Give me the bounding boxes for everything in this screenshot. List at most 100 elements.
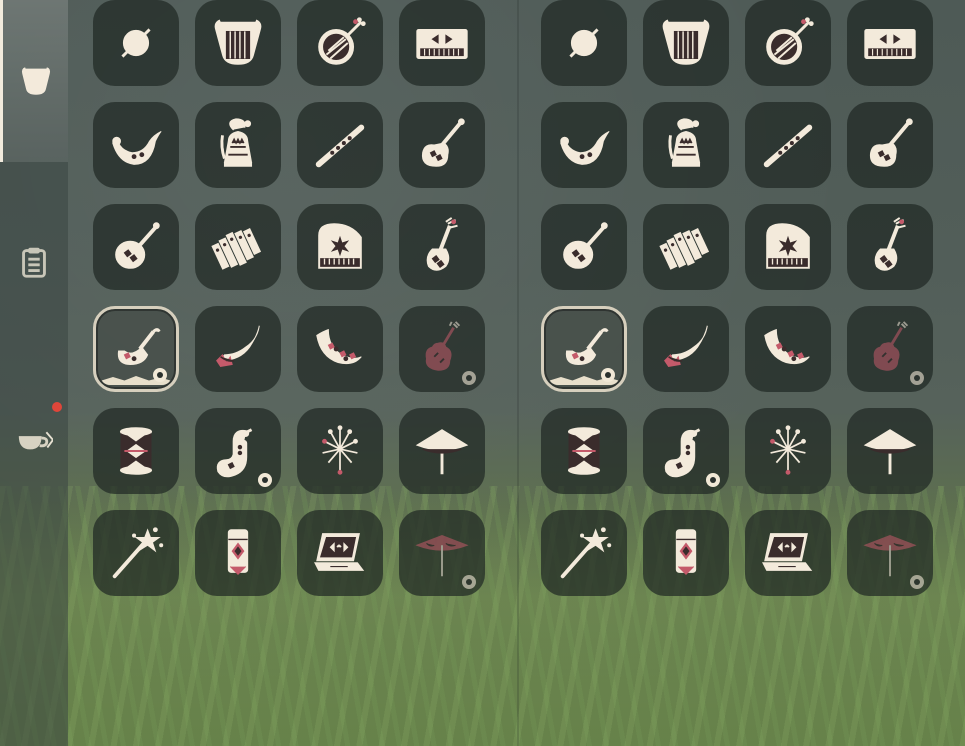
bell-icon (220, 118, 253, 167)
instrument-slot-flute[interactable] (297, 102, 383, 188)
record-marker-icon (462, 575, 476, 589)
horn-icon (560, 131, 610, 165)
instrument-slot-pan-horn[interactable] (195, 306, 281, 392)
instrument-slot-saxophone[interactable] (643, 408, 729, 494)
bell-icon (668, 118, 701, 167)
panel-divider (517, 0, 519, 746)
pan-horn-icon (216, 325, 260, 367)
instrument-slot-pipa[interactable] (847, 204, 933, 290)
instrument-slot-banjo[interactable] (745, 0, 831, 86)
none-icon (121, 28, 151, 58)
instrument-slot-laptop[interactable] (297, 510, 383, 596)
magic-wand-icon (112, 527, 164, 579)
cello-icon (873, 321, 909, 371)
instrument-slot-laptop[interactable] (745, 510, 831, 596)
instrument-slot-bell[interactable] (643, 102, 729, 188)
guitar-icon (869, 118, 913, 167)
instrument-slot-pan-horn[interactable] (643, 306, 729, 392)
instrument-slot-bell[interactable] (195, 102, 281, 188)
piano-icon (766, 223, 810, 269)
tab-instruments[interactable] (0, 0, 68, 162)
none-icon (569, 28, 599, 58)
guitar-icon (421, 118, 465, 167)
record-marker-icon (601, 368, 615, 382)
instrument-slot-lyre[interactable] (643, 0, 729, 86)
instrument-grid-left (93, 0, 485, 596)
instrument-slot-mandolin[interactable] (93, 204, 179, 290)
instrument-slot-cello[interactable] (399, 306, 485, 392)
instrument-slot-lantern[interactable] (643, 510, 729, 596)
flute-icon (315, 124, 365, 168)
lantern-icon (675, 529, 697, 575)
umbrella-icon (415, 429, 469, 475)
record-marker-icon (258, 473, 272, 487)
instrument-slot-pipa[interactable] (399, 204, 485, 290)
laptop-icon (762, 533, 813, 571)
instrument-slot-sparkler[interactable] (297, 408, 383, 494)
record-marker-icon (706, 473, 720, 487)
laptop-icon (314, 533, 365, 571)
cello-icon (425, 321, 461, 371)
instrument-slot-moon-ocarina[interactable] (745, 306, 831, 392)
instrument-slot-lantern[interactable] (195, 510, 281, 596)
instrument-grid-right (541, 0, 933, 596)
instrument-slot-ocarina[interactable] (541, 306, 627, 392)
flute-icon (763, 124, 813, 168)
instrument-slot-piano[interactable] (297, 204, 383, 290)
instrument-slot-magic-wand[interactable] (93, 510, 179, 596)
drum-icon (119, 427, 153, 475)
instrument-slot-moon-ocarina[interactable] (297, 306, 383, 392)
instrument-slot-saxophone[interactable] (195, 408, 281, 494)
instrument-slot-flute[interactable] (745, 102, 831, 188)
record-marker-icon (910, 575, 924, 589)
pipa-icon (426, 217, 458, 271)
mandolin-icon (115, 222, 160, 269)
instrument-slot-ocarina[interactable] (93, 306, 179, 392)
instrument-slot-parasol[interactable] (847, 510, 933, 596)
horn-icon (112, 131, 162, 165)
instrument-slot-banjo[interactable] (297, 0, 383, 86)
instrument-slot-guitar[interactable] (399, 102, 485, 188)
record-marker-icon (910, 371, 924, 385)
piano-icon (318, 223, 362, 269)
instrument-slot-umbrella[interactable] (847, 408, 933, 494)
instrument-slot-mandolin[interactable] (541, 204, 627, 290)
instrument-slot-none[interactable] (93, 0, 179, 86)
mandolin-icon (563, 222, 608, 269)
instrument-slot-drum[interactable] (93, 408, 179, 494)
tab-clipboard[interactable] (0, 222, 68, 302)
lantern-icon (227, 529, 249, 575)
sparkler-icon (770, 425, 806, 475)
instrument-slot-sparkler[interactable] (745, 408, 831, 494)
drum-icon (567, 427, 601, 475)
moon-ocarina-icon (316, 328, 362, 365)
instrument-slot-piano[interactable] (745, 204, 831, 290)
sparkler-icon (322, 425, 358, 475)
xylophone-icon (659, 228, 710, 270)
instrument-slot-xylophone[interactable] (643, 204, 729, 290)
instrument-slot-keyboard[interactable] (399, 0, 485, 86)
instrument-slot-horn[interactable] (93, 102, 179, 188)
clipboard-icon (22, 247, 46, 278)
sidebar (0, 0, 68, 746)
instrument-slot-magic-wand[interactable] (541, 510, 627, 596)
keyboard-icon (416, 28, 468, 59)
instrument-slot-drum[interactable] (541, 408, 627, 494)
instrument-slot-keyboard[interactable] (847, 0, 933, 86)
parasol-icon (415, 535, 469, 577)
instrument-slot-parasol[interactable] (399, 510, 485, 596)
instrument-slot-lyre[interactable] (195, 0, 281, 86)
instrument-slot-horn[interactable] (541, 102, 627, 188)
instrument-slot-guitar[interactable] (847, 102, 933, 188)
lyre-icon (214, 19, 262, 65)
instrument-slot-none[interactable] (541, 0, 627, 86)
instrument-slot-umbrella[interactable] (399, 408, 485, 494)
instrument-slot-cello[interactable] (847, 306, 933, 392)
pipa-icon (874, 217, 906, 271)
record-marker-icon (462, 371, 476, 385)
saxophone-icon (664, 428, 701, 478)
umbrella-icon (863, 429, 917, 475)
pan-horn-icon (664, 325, 708, 367)
instrument-slot-xylophone[interactable] (195, 204, 281, 290)
banjo-icon (766, 17, 814, 65)
